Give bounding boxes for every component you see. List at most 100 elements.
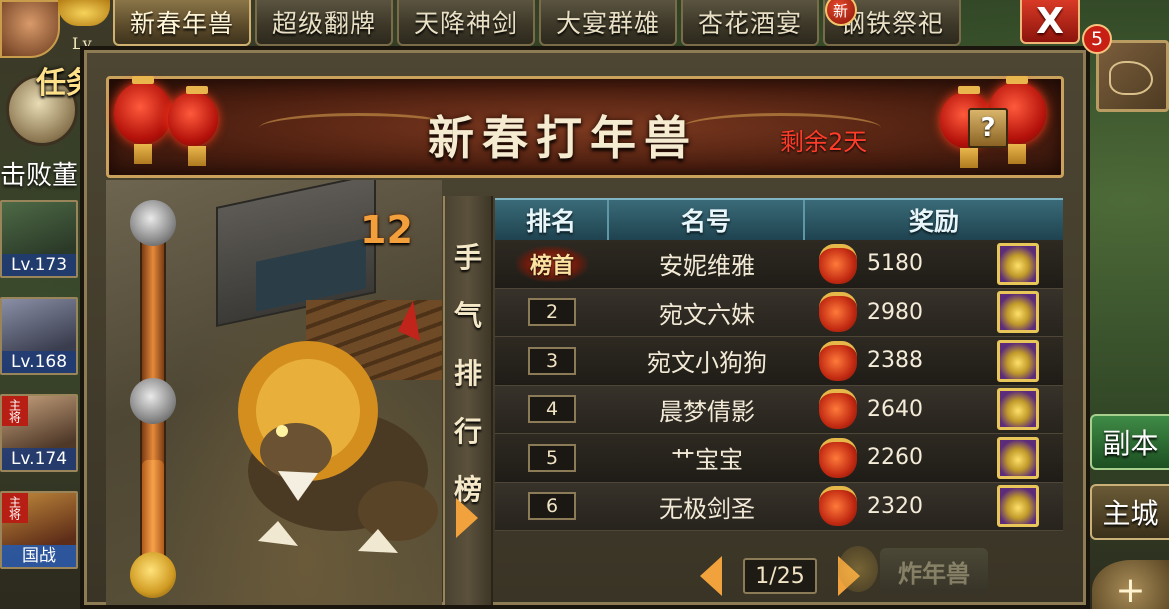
rank-cell: 5	[495, 443, 609, 472]
rank-cell: 榜首	[495, 245, 609, 282]
hero-card-national-war[interactable]: 主将 国战	[0, 491, 78, 569]
expand-menu-button[interactable]: +	[1092, 560, 1169, 609]
money-bag-icon	[819, 292, 857, 333]
ranking-row[interactable]: 3 宛文小狗狗 2388	[495, 337, 1063, 386]
rank-number: 2	[528, 298, 576, 327]
hero-card-1[interactable]: Lv.173	[0, 200, 78, 278]
player-name: 艹宝宝	[671, 446, 743, 475]
reward-cell: 2320	[805, 485, 1063, 528]
rank-first-label: 榜首	[515, 245, 588, 282]
event-tab-bar: 新春年兽 超级翻牌 天降神剑 大宴群雄 杏花酒宴 钢铁祭祀新	[113, 0, 1013, 46]
treasure-chest-icon[interactable]	[997, 339, 1039, 382]
hero-card-3[interactable]: 主将 Lv.174	[0, 394, 78, 472]
side-title-char: 手	[453, 241, 482, 274]
reward-amount: 2260	[867, 445, 923, 471]
rank-cell: 2	[495, 298, 609, 327]
quest-objective-text: 击败董	[0, 161, 79, 191]
dungeon-button[interactable]: 副本	[1090, 414, 1169, 470]
money-bag-icon	[819, 486, 857, 527]
days-remaining: 剩余2天	[780, 128, 868, 156]
hero-level: Lv.168	[2, 351, 76, 373]
money-bag-icon	[819, 437, 857, 478]
hero-level: Lv.173	[2, 254, 76, 276]
rank-cell: 6	[495, 492, 609, 521]
lantern-icon	[168, 86, 218, 166]
rank-cell: 3	[495, 346, 609, 375]
ranking-row[interactable]: 2 宛文六妹 2980	[495, 288, 1063, 337]
stage-marker-icon	[130, 378, 176, 424]
player-name: 宛文小狗狗	[647, 349, 767, 378]
fight-beast-button[interactable]: 炸年兽	[880, 548, 988, 594]
player-name: 宛文六妹	[659, 300, 755, 329]
tab-5[interactable]: 钢铁祭祀新	[823, 0, 961, 46]
side-title-char: 行	[453, 415, 482, 448]
rank-number: 3	[528, 346, 576, 375]
reward-amount: 2640	[867, 396, 923, 422]
nian-beast-icon[interactable]	[238, 296, 438, 566]
tab-label: 新春年兽	[129, 9, 234, 38]
beast-level-number: 12	[360, 208, 413, 252]
reward-amount: 2320	[867, 493, 923, 519]
stage-marker-icon	[130, 200, 176, 246]
lantern-icon	[114, 76, 172, 164]
expand-arrow-icon[interactable]	[456, 498, 478, 538]
reward-amount: 2980	[867, 299, 923, 325]
treasure-chest-icon[interactable]	[997, 242, 1039, 285]
tab-label: 天降神剑	[413, 9, 518, 38]
ranking-row[interactable]: 6 无极剑圣 2320	[495, 482, 1063, 531]
rank-number: 5	[528, 443, 576, 472]
main-general-tag: 主将	[2, 493, 28, 523]
tab-label: 超级翻牌	[271, 9, 376, 38]
hero-card-2[interactable]: Lv.168	[0, 297, 78, 375]
reward-amount: 2388	[867, 348, 923, 374]
tab-3[interactable]: 大宴群雄	[539, 0, 677, 46]
tab-1[interactable]: 超级翻牌	[255, 0, 393, 46]
tab-2[interactable]: 天降神剑	[397, 0, 535, 46]
ranking-header: 排名 名号 奖励	[495, 198, 1063, 240]
hero-level: Lv.174	[2, 448, 76, 470]
header-name: 名号	[609, 200, 805, 240]
page-indicator: 1/25	[743, 558, 817, 594]
reward-cell: 2388	[805, 339, 1063, 382]
tab-0[interactable]: 新春年兽	[113, 0, 251, 46]
player-name: 晨梦倩影	[659, 397, 755, 426]
tab-label: 杏花酒宴	[697, 9, 802, 38]
reward-cell: 2260	[805, 436, 1063, 479]
rank-cell: 4	[495, 395, 609, 424]
firecracker-icon	[838, 546, 878, 592]
reward-cell: 2980	[805, 291, 1063, 334]
main-general-tag: 主将	[2, 396, 28, 426]
ranking-side-title: 手 气 排 行 榜	[447, 236, 489, 508]
player-name: 安妮维雅	[659, 252, 755, 281]
tab-4[interactable]: 杏花酒宴	[681, 0, 819, 46]
ranking-row[interactable]: 4 晨梦倩影 2640	[495, 385, 1063, 434]
treasure-chest-icon[interactable]	[997, 388, 1039, 431]
tab-label: 大宴群雄	[555, 9, 660, 38]
close-button[interactable]: X	[1020, 0, 1080, 44]
minimap[interactable]	[1096, 40, 1169, 112]
treasure-chest-icon[interactable]	[997, 485, 1039, 528]
header-reward: 奖励	[908, 207, 959, 236]
player-avatar[interactable]	[0, 0, 60, 58]
reward-cell: 2640	[805, 388, 1063, 431]
reward-cell: 5180	[805, 242, 1063, 285]
rank-number: 6	[528, 492, 576, 521]
side-title-char: 排	[453, 357, 482, 390]
main-city-button[interactable]: 主城	[1090, 484, 1169, 540]
notification-badge: 5	[1082, 24, 1112, 54]
national-war-label: 国战	[2, 545, 76, 567]
player-name: 无极剑圣	[659, 494, 755, 523]
treasure-chest-icon[interactable]	[997, 436, 1039, 479]
reward-amount: 5180	[867, 251, 923, 277]
prev-page-icon[interactable]	[700, 556, 722, 596]
money-bag-icon	[819, 389, 857, 430]
money-bag-icon	[819, 243, 857, 284]
help-button[interactable]: ?	[968, 108, 1008, 148]
header-rank: 排名	[495, 200, 609, 240]
rank-number: 4	[528, 395, 576, 424]
money-bag-icon	[819, 340, 857, 381]
ranking-row[interactable]: 5 艹宝宝 2260	[495, 434, 1063, 483]
treasure-chest-icon[interactable]	[997, 291, 1039, 334]
ranking-row[interactable]: 榜首 安妮维雅 5180	[495, 240, 1063, 289]
golden-beast-icon	[130, 552, 176, 598]
